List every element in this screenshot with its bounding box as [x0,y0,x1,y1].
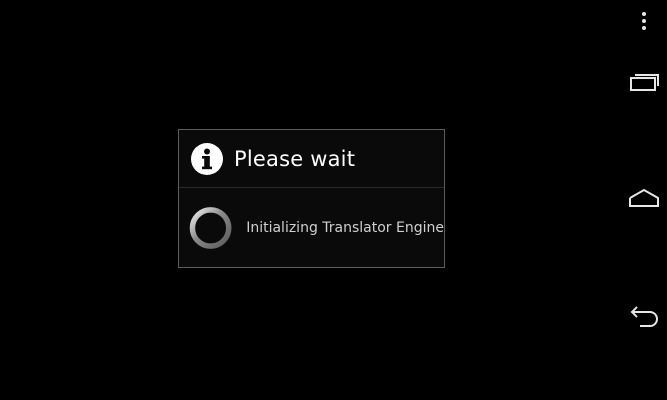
dialog-title: Please wait [234,146,356,171]
spinner-icon [189,206,232,249]
dialog-header: Please wait [179,130,444,187]
dialog-message: Initializing Translator Engine [246,219,444,236]
dialog-body: Initializing Translator Engine [179,188,444,267]
overflow-menu-button[interactable] [632,6,656,36]
home-icon [629,188,659,207]
navigation-bar [620,0,667,400]
recent-apps-button[interactable] [628,66,660,98]
progress-dialog: Please wait Initializing Translator Engi… [178,129,445,268]
back-icon [630,306,658,327]
home-button[interactable] [628,184,660,216]
device-screen: Please wait Initializing Translator Engi… [0,0,667,400]
recent-apps-icon [630,74,659,91]
app-content-area: Please wait Initializing Translator Engi… [0,0,620,400]
back-button[interactable] [628,300,660,332]
overflow-menu-icon [642,12,646,30]
info-icon [191,142,223,175]
